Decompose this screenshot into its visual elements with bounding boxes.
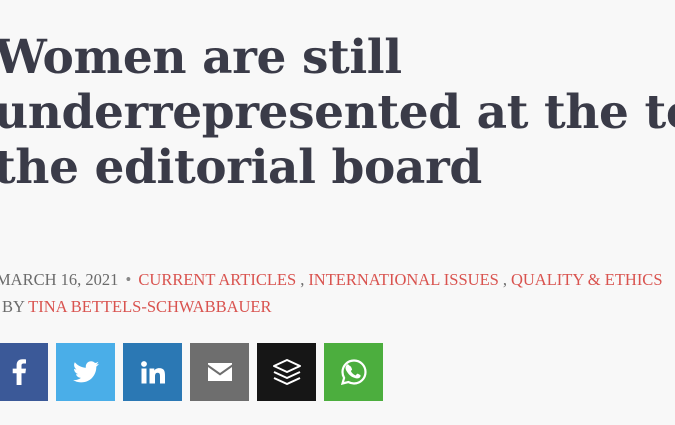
article-page: Women are still underrepresented at the … (0, 0, 675, 425)
share-twitter-button[interactable] (56, 343, 115, 401)
article-title-line: underrepresented at the top of (0, 85, 675, 140)
share-email-button[interactable] (190, 343, 249, 401)
category-comma: , (300, 270, 305, 289)
byline: BY TINA BETTELS-SCHWABBAUER (2, 297, 272, 317)
buffer-icon (272, 359, 301, 385)
article-meta: MARCH 16, 2021 • CURRENT ARTICLES, INTERN… (0, 270, 675, 290)
share-buttons (0, 343, 383, 401)
mail-icon (207, 363, 232, 381)
category-link-international-issues[interactable]: INTERNATIONAL ISSUES (308, 270, 499, 289)
meta-separator: • (125, 270, 132, 289)
whatsapp-icon (340, 359, 367, 385)
share-linkedin-button[interactable] (123, 343, 182, 401)
article-title-line: Women are still (0, 30, 402, 85)
article-title-line: the editorial board (0, 140, 482, 195)
category-link-quality-ethics[interactable]: QUALITY & ETHICS (511, 270, 663, 289)
publish-date: MARCH 16, 2021 (0, 270, 119, 289)
twitter-icon (72, 361, 99, 383)
byline-label: BY (2, 297, 25, 316)
linkedin-icon (140, 360, 165, 383)
share-facebook-button[interactable] (0, 343, 48, 401)
share-whatsapp-button[interactable] (324, 343, 383, 401)
share-buffer-button[interactable] (257, 343, 316, 401)
category-comma: , (502, 270, 507, 289)
author-link[interactable]: TINA BETTELS-SCHWABBAUER (28, 297, 271, 316)
category-link-current-articles[interactable]: CURRENT ARTICLES (138, 270, 296, 289)
article-title: Women are still underrepresented at the … (0, 30, 675, 195)
facebook-icon (12, 359, 26, 385)
